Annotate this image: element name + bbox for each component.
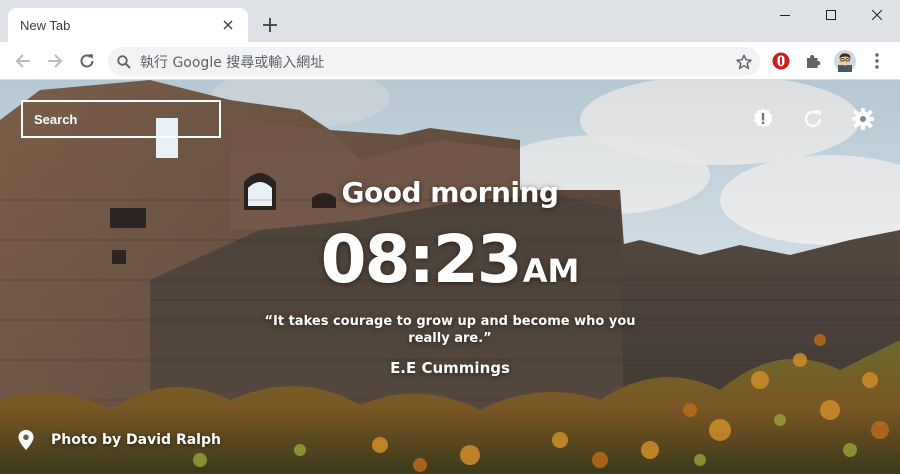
maximize-button[interactable] <box>808 0 854 30</box>
close-icon[interactable] <box>220 17 236 33</box>
red-shield-icon <box>772 52 790 70</box>
maximize-icon <box>826 10 836 20</box>
new-tab-page: Good morning 08:23AM “It takes courage t… <box>0 80 900 474</box>
kebab-menu-icon <box>875 53 879 69</box>
puzzle-icon <box>807 55 821 68</box>
address-bar[interactable]: 執行 Google 搜尋或輸入網址 <box>108 47 760 76</box>
photo-credit-text: Photo by David Ralph <box>51 432 221 448</box>
search-input[interactable] <box>21 100 221 138</box>
red-shield-extension-button[interactable] <box>767 47 795 75</box>
refresh-icon <box>804 110 822 128</box>
clock: 08:23AM <box>0 222 900 309</box>
settings-button[interactable] <box>850 106 876 132</box>
address-input[interactable]: 執行 Google 搜尋或輸入網址 <box>140 52 728 72</box>
menu-button[interactable] <box>863 47 891 75</box>
info-icon <box>753 108 773 128</box>
tab-title: New Tab <box>20 17 71 33</box>
profile-button[interactable] <box>831 47 859 75</box>
new-tab-button[interactable] <box>258 13 282 37</box>
tab-new-tab[interactable]: New Tab <box>8 8 248 42</box>
clock-time: 08:23 <box>320 221 523 298</box>
star-icon[interactable] <box>728 47 760 76</box>
minimize-button[interactable] <box>762 0 808 30</box>
location-pin-icon <box>18 430 34 450</box>
tab-strip: New Tab <box>0 0 900 42</box>
back-button[interactable] <box>9 47 37 75</box>
greeting: Good morning <box>341 176 559 209</box>
extensions-button[interactable] <box>799 47 827 75</box>
refresh-background-button[interactable] <box>800 106 826 132</box>
browser-toolbar: 執行 Google 搜尋或輸入網址 <box>0 42 900 80</box>
photo-credit[interactable]: Photo by David Ralph <box>18 430 221 450</box>
plus-icon <box>263 18 277 32</box>
info-button[interactable] <box>750 106 776 132</box>
minimize-icon <box>780 15 790 16</box>
arrow-right-icon <box>48 54 63 68</box>
settings-gear-icon <box>852 108 874 130</box>
close-icon <box>872 10 882 20</box>
reload-icon <box>80 54 94 68</box>
quote-author: E.E Cummings <box>390 359 510 377</box>
avatar-icon <box>834 50 856 72</box>
forward-button[interactable] <box>41 47 69 75</box>
search-icon <box>108 47 140 76</box>
quote-text: “It takes courage to grow up and become … <box>264 314 636 346</box>
clock-period: AM <box>522 252 580 290</box>
arrow-left-icon <box>15 54 30 68</box>
reload-button[interactable] <box>73 47 101 75</box>
close-window-button[interactable] <box>854 0 900 30</box>
